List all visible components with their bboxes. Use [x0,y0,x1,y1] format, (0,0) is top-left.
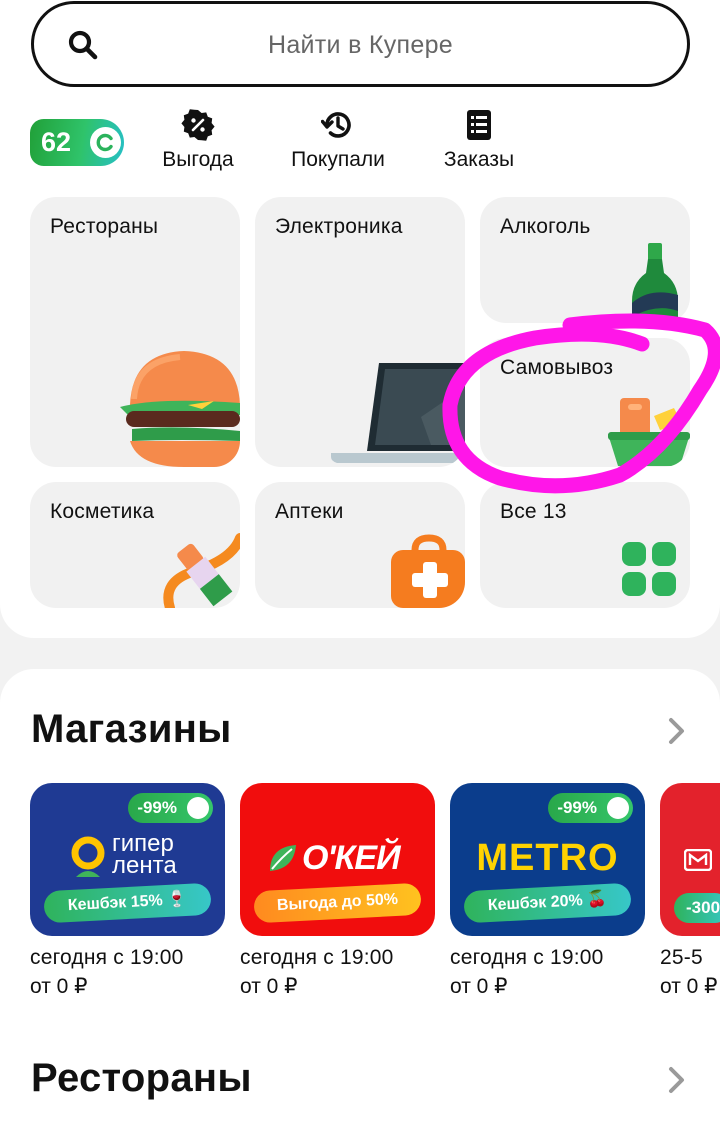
store-banner: -99% METRO Кешбэк 20% 🍒 [450,783,645,936]
bonus-coin-icon [90,127,121,158]
category-cosmetics[interactable]: Косметика [30,482,240,608]
bonus-balance-badge[interactable]: 62 [30,119,124,166]
category-label: Все 13 [500,500,567,523]
leaf-logo-icon [270,845,296,871]
delivery-price: от 0 ₽ [450,975,508,998]
store-card-magnit[interactable]: -300 25-5 от 0 ₽ [660,783,720,999]
category-label: Алкоголь [500,215,591,238]
delivery-time: сегодня с 19:00 [450,946,604,969]
category-electronics[interactable]: Электроника [255,197,465,467]
stores-more-arrow-icon[interactable] [666,716,688,746]
category-label: Аптеки [275,500,344,523]
quick-action-purchased[interactable]: Покупали [284,108,392,172]
category-label: Самовывоз [500,356,614,379]
store-banner: -99% гипер лента Кешбэк 15% 🍷 [30,783,225,936]
wine-bottle-icon [632,243,678,323]
restaurants-more-arrow-icon[interactable] [666,1065,688,1095]
promo-pill: Кешбэк 20% 🍒 [463,882,632,924]
search-input[interactable]: Найти в Купере [31,1,690,87]
store-logo-text: О'КЕЙ [302,839,401,877]
bonus-points: 62 [41,127,72,157]
promo-pill: Кешбэк 15% 🍷 [43,882,212,924]
category-all[interactable]: Все 13 [480,482,690,608]
discount-badge: -300 [674,893,720,923]
pickup-basket-icon [608,398,690,466]
magnit-logo-icon [684,849,712,871]
delivery-time: сегодня с 19:00 [30,946,184,969]
category-label: Рестораны [50,215,159,238]
store-banner: О'КЕЙ Выгода до 50% [240,783,435,936]
quick-action-label: Покупали [291,148,385,171]
promo-pill: Выгода до 50% [253,882,422,924]
category-pharmacies[interactable]: Аптеки [255,482,465,608]
grid-icon [622,542,676,596]
discount-badge: -99% [548,793,633,823]
quick-action-label: Выгода [162,148,234,171]
discount-badge-icon [181,109,215,141]
store-logo-text: METRO [476,837,619,879]
section-title-stores: Магазины [31,707,232,751]
sunflower-logo-icon [71,836,105,877]
discount-badge: -99% [128,793,213,823]
delivery-time: сегодня с 19:00 [240,946,394,969]
section-title-restaurants: Рестораны [31,1056,252,1100]
store-card-lenta[interactable]: -99% гипер лента Кешбэк 15% 🍷 сегодня с … [30,783,225,999]
history-icon [321,112,351,138]
orders-list-icon [467,110,491,140]
home-header-panel: Найти в Купере 62 Выгода Покупали Заказы… [0,0,720,638]
delivery-price: от 0 ₽ [30,975,88,998]
category-label: Электроника [275,215,403,238]
first-aid-bag-icon [391,534,465,608]
category-label: Косметика [50,500,155,523]
store-banner: -300 [660,783,720,936]
quick-action-orders[interactable]: Заказы [439,108,519,172]
quick-action-benefits[interactable]: Выгода [158,108,238,172]
category-pickup[interactable]: Самовывоз [480,338,690,467]
delivery-price: от 0 ₽ [660,975,718,998]
delivery-price: от 0 ₽ [240,975,298,998]
category-alcohol[interactable]: Алкоголь [480,197,690,323]
lipstick-icon [163,533,240,608]
search-placeholder: Найти в Купере [267,31,454,59]
quick-action-label: Заказы [443,148,515,171]
store-card-okey[interactable]: О'КЕЙ Выгода до 50% сегодня с 19:00 от 0… [240,783,435,999]
store-logo-text-bottom: лента [112,852,177,879]
laptop-icon [331,363,465,463]
store-card-metro[interactable]: -99% METRO Кешбэк 20% 🍒 сегодня с 19:00 … [450,783,645,999]
burger-icon [120,351,240,467]
category-restaurants[interactable]: Рестораны [30,197,240,467]
delivery-time: 25-5 [660,946,703,969]
